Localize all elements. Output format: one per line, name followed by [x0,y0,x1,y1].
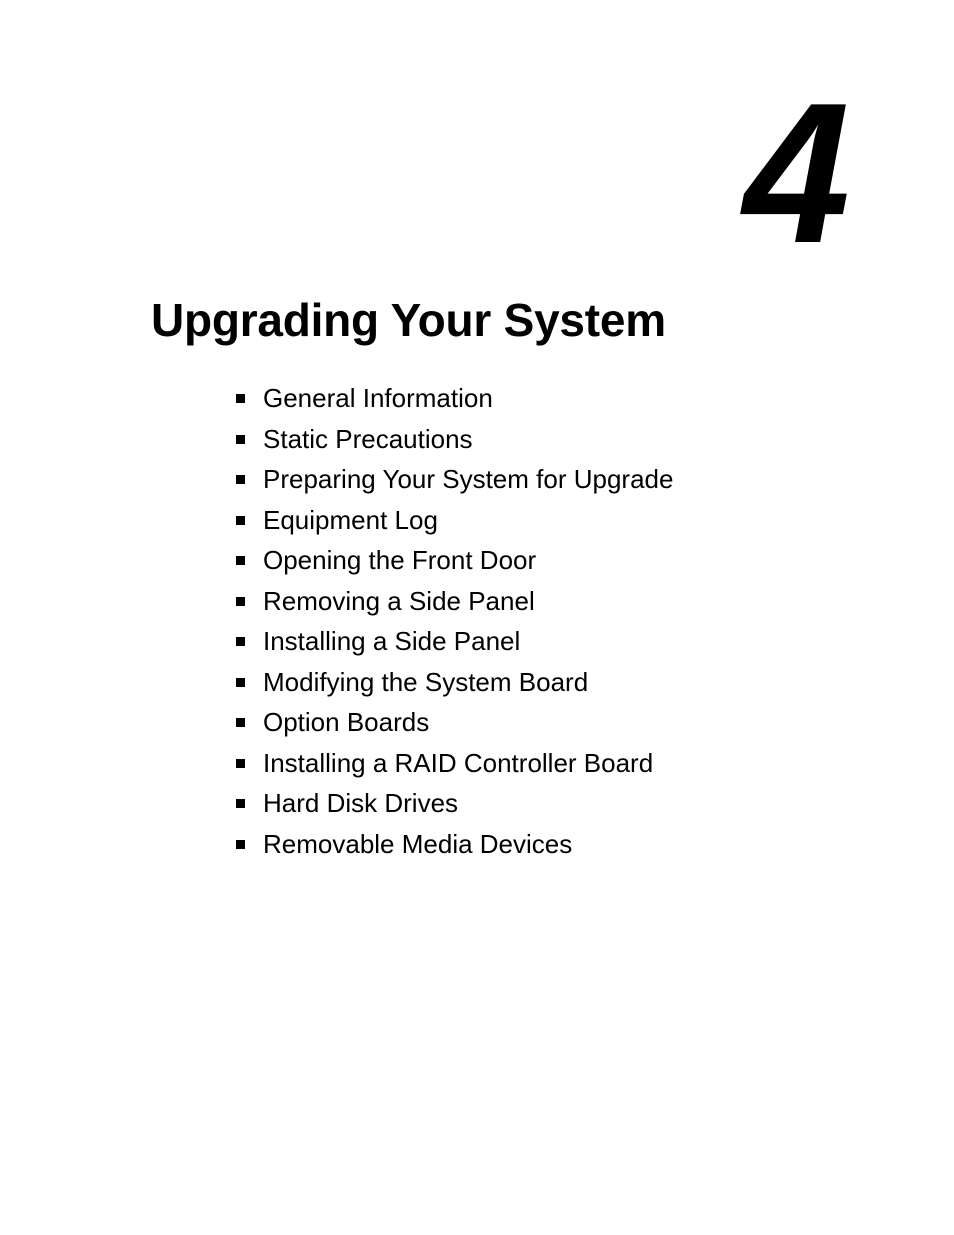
list-item: Modifying the System Board [236,667,673,708]
list-item: Static Precautions [236,424,673,465]
square-bullet-icon [236,718,245,727]
square-bullet-icon [236,434,245,444]
square-bullet-icon [236,596,245,606]
list-item: Opening the Front Door [236,545,673,586]
list-item-label: Removable Media Devices [263,828,573,859]
list-item: Hard Disk Drives [236,788,673,829]
list-item-label: General Information [263,383,493,413]
square-bullet-icon [236,515,245,525]
list-item-label: Installing a Side Panel [263,626,521,656]
list-item-label: Modifying the System Board [263,666,589,697]
square-bullet-icon [236,556,245,565]
square-bullet-icon [236,394,245,403]
list-item-label: Preparing Your System for Upgrade [263,464,674,494]
list-item-label: Equipment Log [263,504,438,535]
square-bullet-icon [236,758,245,768]
list-item-label: Hard Disk Drives [263,788,459,818]
chapter-topic-list: General Information Static Precautions P… [236,383,673,869]
square-bullet-icon [236,839,245,849]
list-item-label: Opening the Front Door [263,545,537,575]
square-bullet-icon [236,677,245,687]
chapter-number: 4 [743,62,850,285]
list-item-label: Removing a Side Panel [263,585,535,616]
page-title: Upgrading Your System [151,294,666,346]
list-item: Option Boards [236,707,673,748]
list-item-label: Static Precautions [263,423,473,454]
list-item: Installing a Side Panel [236,626,673,667]
list-item: General Information [236,383,673,424]
list-item: Removable Media Devices [236,829,673,870]
list-item: Removing a Side Panel [236,586,673,627]
list-item-label: Installing a RAID Controller Board [263,747,654,778]
list-item: Installing a RAID Controller Board [236,748,673,789]
square-bullet-icon [236,475,245,484]
chapter-opener-page: 4 Upgrading Your System General Informat… [0,0,954,1235]
list-item: Equipment Log [236,505,673,546]
list-item-label: Option Boards [263,707,430,737]
square-bullet-icon [236,637,245,646]
square-bullet-icon [236,799,245,808]
list-item: Preparing Your System for Upgrade [236,464,673,505]
